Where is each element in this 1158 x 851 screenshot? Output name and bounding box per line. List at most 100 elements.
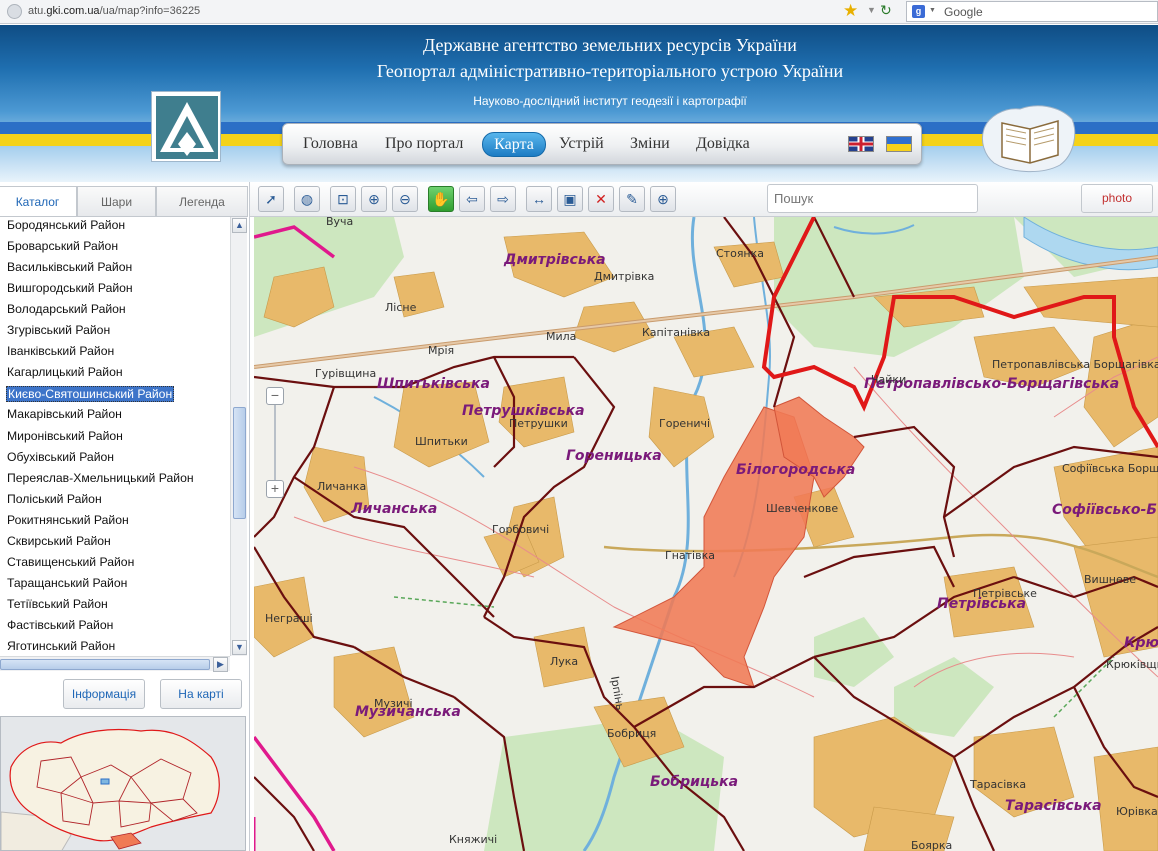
district-list-item[interactable]: Броварський Район: [7, 239, 118, 253]
district-list-item[interactable]: Переяслав-Хмельницький Район: [7, 471, 194, 485]
globe-icon[interactable]: ◍: [294, 186, 320, 212]
scroll-down-icon[interactable]: ▼: [232, 640, 247, 655]
browser-address-bar: atu.gki.com.ua/ua/map?info=36225 ★ ▼ ↻ g…: [0, 0, 1158, 24]
clear-measure-icon[interactable]: ✕: [588, 186, 614, 212]
label-kapitanivka: Капітанівка: [642, 326, 710, 339]
zoom-in-slider-icon[interactable]: +: [266, 480, 284, 498]
tab-catalog[interactable]: Каталог: [0, 186, 77, 216]
scroll-up-icon[interactable]: ▲: [232, 218, 247, 233]
google-logo-icon: g: [912, 5, 925, 18]
label-shpytkivska: Шпитьківська: [377, 376, 490, 392]
scroll-right-icon[interactable]: ▶: [213, 657, 228, 672]
nav-about-portal[interactable]: Про портал: [385, 135, 463, 153]
district-list-item[interactable]: Яготинський Район: [7, 639, 115, 653]
english-flag-icon[interactable]: [848, 136, 874, 152]
label-bilohorodska: Білогородська: [736, 462, 855, 478]
district-list-item[interactable]: Фастівський Район: [7, 618, 113, 632]
district-list-item[interactable]: Вишгородський Район: [7, 281, 133, 295]
scroll-thumb[interactable]: [233, 407, 246, 519]
district-list-item[interactable]: Бородянський Район: [7, 218, 125, 232]
label-lychanka: Личанка: [317, 480, 366, 493]
district-list-item[interactable]: Володарський Район: [7, 302, 126, 316]
tab-legend[interactable]: Легенда: [156, 186, 248, 216]
map-canvas[interactable]: Дмитрівська Шпитьківська Петрушківська Г…: [254, 217, 1158, 851]
overview-minimap[interactable]: [0, 716, 246, 851]
label-muzychi: Музичі: [374, 697, 413, 710]
tab-layers[interactable]: Шари: [77, 186, 156, 216]
district-list-item[interactable]: Згурівський Район: [7, 323, 110, 337]
measure-distance-icon[interactable]: ↔: [526, 186, 552, 212]
label-boiarka: Боярка: [911, 839, 952, 851]
district-list-item[interactable]: Поліський Район: [7, 492, 102, 506]
label-nehrashi: Неграші: [265, 612, 313, 625]
select-info-icon[interactable]: ➚: [258, 186, 284, 212]
district-list-item[interactable]: Іванківський Район: [7, 344, 114, 358]
label-kriukivshchyna: Крюківщина: [1106, 658, 1158, 671]
district-list[interactable]: Бородянський Район Броварський Район Васил…: [0, 216, 248, 656]
label-luka: Лука: [550, 655, 578, 668]
ukrainian-flag-icon[interactable]: [886, 136, 912, 152]
forward-arrow-icon[interactable]: ⇨: [490, 186, 516, 212]
measure-area-icon[interactable]: ▣: [557, 186, 583, 212]
label-chaiky: Чайки: [871, 373, 906, 386]
back-arrow-icon[interactable]: ⇦: [459, 186, 485, 212]
nav-structure[interactable]: Устрій: [559, 135, 604, 153]
zoom-slider-track[interactable]: [274, 405, 276, 480]
district-list-item[interactable]: Тетіївський Район: [7, 597, 108, 611]
district-list-item[interactable]: Миронівський Район: [7, 429, 123, 443]
bookmark-star-icon[interactable]: ★: [843, 1, 858, 21]
target-icon[interactable]: ⊕: [650, 186, 676, 212]
label-shevchenkove: Шевченкове: [766, 502, 838, 515]
label-kniazhychi: Княжичі: [449, 833, 497, 846]
nav-help[interactable]: Довідка: [696, 135, 750, 153]
ukraine-book-icon: [980, 99, 1080, 179]
label-sofiivska-borshchahivka: Софіївська Борщагівка: [1062, 462, 1158, 475]
label-mriia: Мрія: [428, 344, 454, 357]
map-search-input[interactable]: [767, 184, 978, 213]
zoom-out-slider-icon[interactable]: −: [266, 387, 284, 405]
district-list-item[interactable]: Рокитнянський Район: [7, 513, 129, 527]
nav-home[interactable]: Головна: [303, 135, 358, 153]
label-vucha: Вуча: [326, 217, 353, 228]
nav-map[interactable]: Карта: [482, 132, 546, 157]
label-horenychi: Гореничі: [659, 417, 710, 430]
address-url[interactable]: atu.gki.com.ua/ua/map?info=36225: [28, 5, 200, 17]
site-identity-icon[interactable]: [7, 4, 22, 19]
browser-search-box[interactable]: g ▼ Google: [906, 1, 1158, 22]
list-horizontal-scrollbar[interactable]: ▶: [0, 656, 230, 672]
header-portal-title: Геопортал адміністративно-територіальног…: [376, 61, 844, 81]
agency-logo-icon[interactable]: [151, 91, 221, 162]
label-bobrytsia: Бобриця: [607, 727, 656, 740]
photo-button[interactable]: photo: [1081, 184, 1153, 213]
district-list-item[interactable]: Ставищенський Район: [7, 555, 134, 569]
show-on-map-button[interactable]: На карті: [160, 679, 242, 709]
pencil-icon[interactable]: ✎: [619, 186, 645, 212]
label-horbovychi: Горбовичі: [492, 523, 549, 536]
label-tarasivka: Тарасівка: [969, 778, 1026, 791]
zoom-in-icon[interactable]: ⊕: [361, 186, 387, 212]
district-list-item[interactable]: Васильківський Район: [7, 260, 132, 274]
district-list-item[interactable]: Таращанський Район: [7, 576, 127, 590]
district-list-item[interactable]: Кагарлицький Район: [7, 365, 123, 379]
zoom-extent-icon[interactable]: ⊡: [330, 186, 356, 212]
search-engine-name: Google: [944, 5, 983, 19]
history-dropdown-icon[interactable]: ▼: [867, 5, 876, 15]
info-button[interactable]: Інформація: [63, 679, 145, 709]
district-list-item[interactable]: Сквирський Район: [7, 534, 111, 548]
list-vertical-scrollbar[interactable]: ▲ ▼: [230, 217, 247, 656]
nav-changes[interactable]: Зміни: [630, 135, 670, 153]
hscroll-thumb[interactable]: [0, 659, 210, 670]
label-petropavlivska-borshchahivka: Петропавлівська Борщагівка: [992, 358, 1158, 371]
district-list-item[interactable]: Києво-Святошинський Район: [6, 386, 175, 403]
zoom-out-icon[interactable]: ⊖: [392, 186, 418, 212]
label-tarasivska: Тарасівська: [1005, 798, 1102, 814]
pan-hand-icon[interactable]: ✋: [428, 186, 454, 212]
label-lisne: Лісне: [385, 301, 417, 314]
district-list-item[interactable]: Макарівський Район: [7, 407, 122, 421]
label-bobrytska: Бобрицька: [650, 774, 738, 790]
label-dmytrivska: Дмитрівська: [503, 252, 606, 268]
district-list-item[interactable]: Обухівський Район: [7, 450, 114, 464]
search-engine-dropdown-icon[interactable]: ▼: [929, 7, 936, 14]
reload-icon[interactable]: ↻: [880, 2, 892, 19]
map-svg: Дмитрівська Шпитьківська Петрушківська Г…: [254, 217, 1158, 851]
